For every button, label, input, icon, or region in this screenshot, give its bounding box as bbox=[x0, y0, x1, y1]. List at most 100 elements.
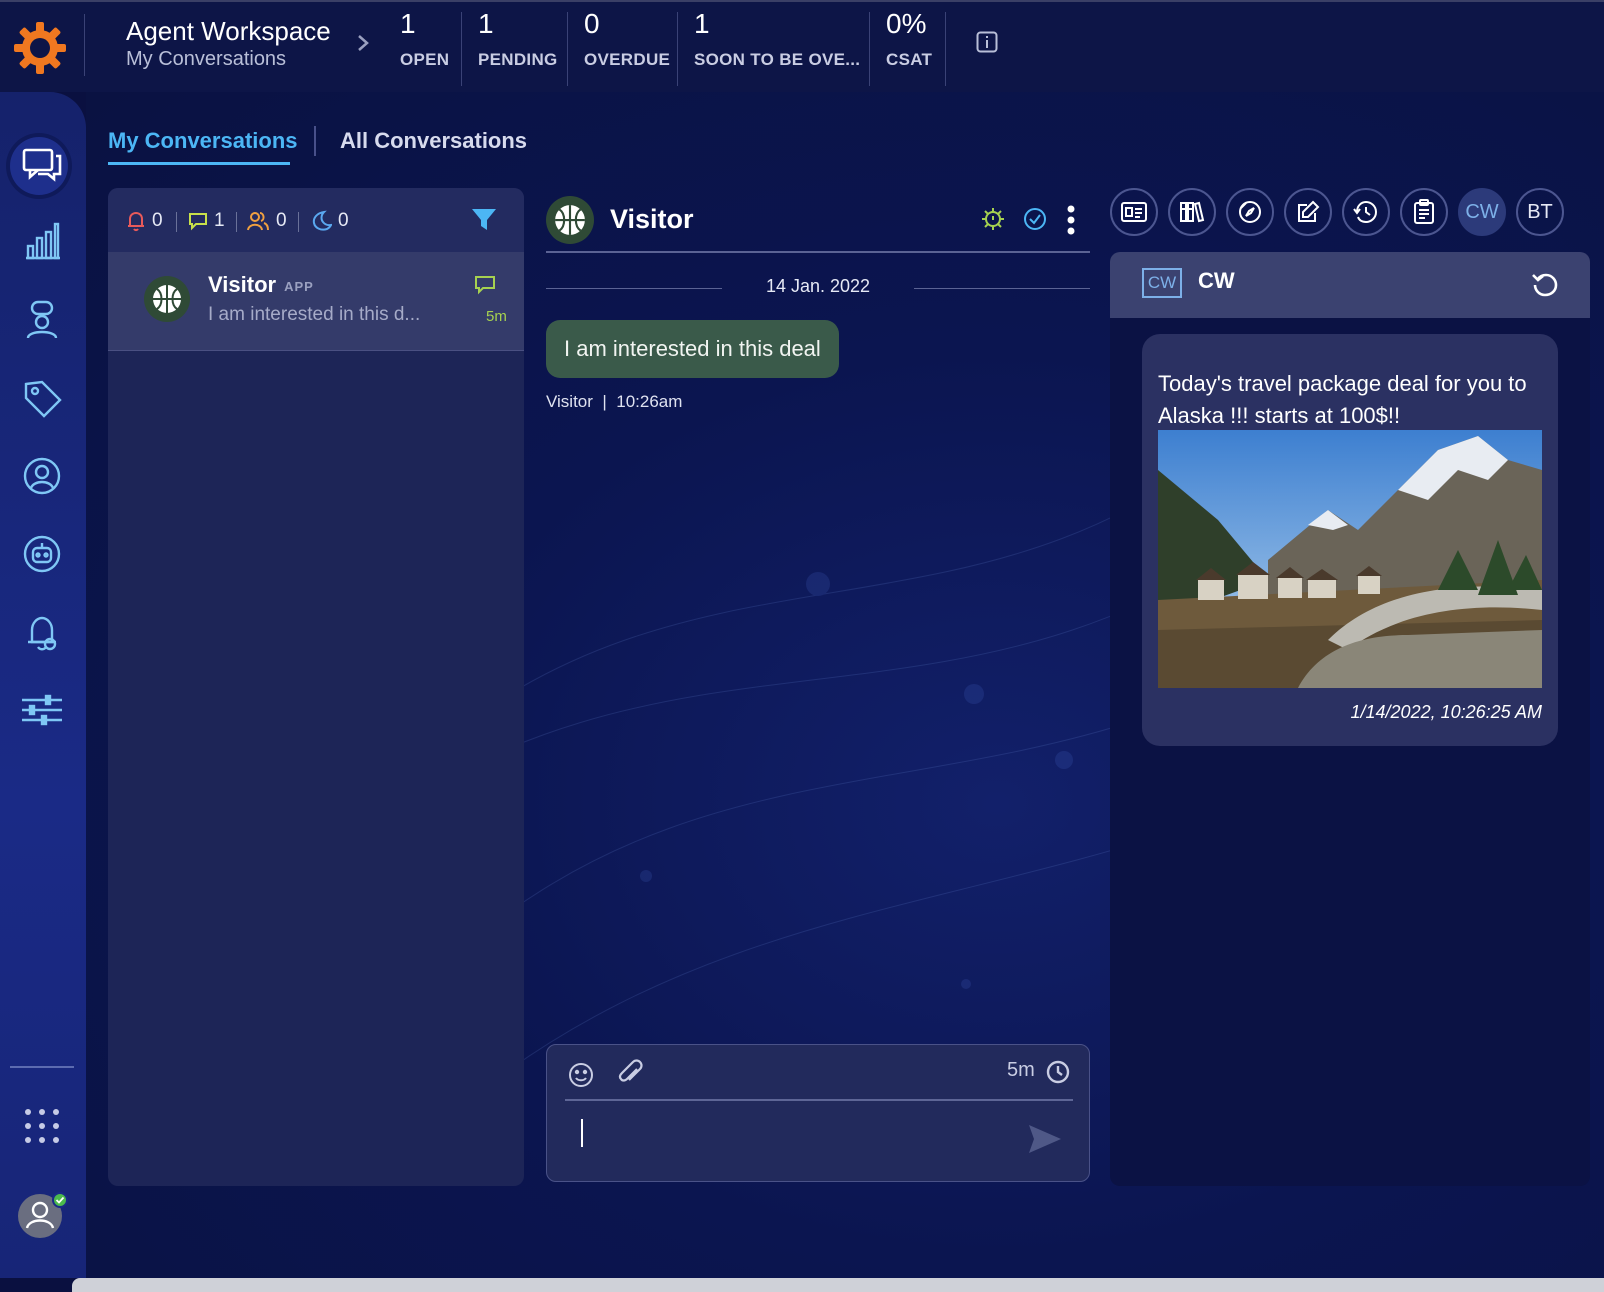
history-icon bbox=[1353, 199, 1379, 225]
divider bbox=[945, 12, 946, 86]
divider bbox=[869, 12, 870, 86]
chat-bubble-icon bbox=[188, 211, 208, 231]
filter-alerts[interactable]: 0 bbox=[126, 210, 163, 232]
agent-icon[interactable] bbox=[18, 296, 66, 344]
knowledge-base-button[interactable] bbox=[1168, 188, 1216, 236]
bell-icon bbox=[126, 210, 146, 232]
basketball-icon bbox=[144, 276, 190, 322]
clock-icon bbox=[1045, 1059, 1071, 1085]
contacts-icon[interactable] bbox=[18, 452, 66, 500]
nav-rail bbox=[0, 92, 86, 1278]
response-timer: 5m bbox=[1007, 1059, 1035, 1081]
visitor-name: Visitor APP bbox=[208, 272, 314, 297]
stat-overdue[interactable]: 0 OVERDUE bbox=[584, 8, 670, 78]
filter-snoozed[interactable]: 0 bbox=[310, 210, 349, 232]
message-bubble[interactable]: I am interested in this deal bbox=[546, 320, 839, 378]
cw-widget-button[interactable]: CW bbox=[1458, 188, 1506, 236]
id-card-icon bbox=[1121, 201, 1147, 223]
divider bbox=[314, 126, 316, 156]
basketball-icon bbox=[546, 196, 594, 244]
edit-icon bbox=[1295, 199, 1321, 225]
filter-count: 1 bbox=[214, 210, 225, 231]
message-input[interactable] bbox=[565, 1107, 1005, 1163]
chat-date-separator: 14 Jan. 2022 bbox=[765, 276, 871, 296]
divider bbox=[84, 14, 85, 76]
message-meta: Visitor | 10:26am bbox=[546, 392, 683, 411]
sliders-icon[interactable] bbox=[18, 686, 66, 734]
send-icon[interactable] bbox=[1027, 1123, 1063, 1155]
notes-button[interactable] bbox=[1284, 188, 1332, 236]
filter-messages[interactable]: 1 bbox=[188, 210, 225, 232]
tab-all-conversations[interactable]: All Conversations bbox=[340, 128, 527, 154]
deal-card-text: Today's travel package deal for you to A… bbox=[1158, 371, 1527, 428]
text-caret bbox=[581, 1119, 583, 1147]
analytics-icon[interactable] bbox=[18, 218, 66, 266]
divider bbox=[914, 288, 1090, 289]
stat-soon-overdue[interactable]: 1 SOON TO BE OVE... bbox=[694, 8, 860, 78]
chat-visitor-name: Visitor bbox=[610, 204, 694, 234]
message-preview: I am interested in this d... bbox=[208, 304, 421, 325]
tab-my-conversations[interactable]: My Conversations bbox=[108, 128, 298, 154]
bot-icon[interactable] bbox=[18, 530, 66, 578]
filter-count: 0 bbox=[338, 210, 349, 231]
refresh-icon[interactable] bbox=[1530, 270, 1560, 300]
app-subtitle[interactable]: My Conversations bbox=[126, 48, 286, 71]
conversation-list-panel: 0 1 0 0 Visitor APP I am interested in th… bbox=[108, 188, 524, 1186]
divider bbox=[546, 251, 1090, 253]
app-logo-icon[interactable] bbox=[12, 20, 68, 76]
widget-title: CW bbox=[1198, 268, 1235, 293]
filter-icon[interactable] bbox=[470, 206, 498, 234]
info-icon[interactable] bbox=[976, 31, 998, 53]
widget-badge: CW bbox=[1142, 268, 1182, 298]
widget-header bbox=[1110, 252, 1590, 318]
user-avatar[interactable] bbox=[18, 1192, 68, 1240]
message-composer: 5m bbox=[546, 1044, 1090, 1182]
bt-widget-button[interactable]: BT bbox=[1516, 188, 1564, 236]
apps-grid-icon[interactable] bbox=[18, 1102, 66, 1150]
divider bbox=[567, 12, 568, 86]
check-circle-icon[interactable] bbox=[1022, 206, 1048, 232]
profile-card-button[interactable] bbox=[1110, 188, 1158, 236]
emoji-icon[interactable] bbox=[567, 1061, 595, 1089]
stat-pending[interactable]: 1 PENDING bbox=[478, 8, 558, 78]
stat-csat[interactable]: 0% CSAT bbox=[886, 8, 932, 78]
conversations-icon[interactable] bbox=[18, 140, 66, 188]
compass-icon bbox=[1237, 199, 1263, 225]
divider bbox=[546, 288, 722, 289]
widget-panel: CW CW Today's travel package deal for yo… bbox=[1110, 252, 1590, 1186]
paperclip-icon[interactable] bbox=[617, 1059, 645, 1089]
divider bbox=[565, 1099, 1073, 1101]
deal-card-timestamp: 1/14/2022, 10:26:25 AM bbox=[1350, 702, 1542, 722]
stat-open[interactable]: 1 OPEN bbox=[400, 8, 449, 78]
more-vertical-icon[interactable] bbox=[1064, 204, 1078, 236]
users-icon bbox=[246, 210, 270, 232]
filter-count: 0 bbox=[152, 210, 163, 231]
chat-bubble-icon bbox=[474, 274, 496, 296]
library-icon bbox=[1179, 200, 1205, 224]
app-title: Agent Workspace bbox=[126, 16, 331, 46]
divider bbox=[10, 1066, 74, 1068]
divider bbox=[298, 212, 299, 232]
notification-settings-icon[interactable] bbox=[18, 608, 66, 656]
divider bbox=[176, 212, 177, 232]
conversation-list-item[interactable]: Visitor APP I am interested in this d... … bbox=[108, 252, 524, 351]
divider bbox=[236, 212, 237, 232]
history-button[interactable] bbox=[1342, 188, 1390, 236]
clipboard-button[interactable] bbox=[1400, 188, 1448, 236]
deal-card[interactable]: Today's travel package deal for you to A… bbox=[1142, 334, 1558, 746]
active-tab-indicator bbox=[108, 162, 290, 165]
conversation-time: 5m bbox=[486, 308, 507, 325]
divider bbox=[461, 12, 462, 86]
filter-count: 0 bbox=[276, 210, 287, 231]
clipboard-icon bbox=[1413, 199, 1435, 225]
divider bbox=[677, 12, 678, 86]
deal-card-image bbox=[1158, 430, 1542, 688]
filter-users[interactable]: 0 bbox=[246, 210, 287, 232]
status-gear-icon[interactable] bbox=[980, 206, 1006, 232]
chevron-right-icon[interactable] bbox=[352, 30, 374, 56]
os-taskbar bbox=[72, 1278, 1604, 1292]
tag-icon[interactable] bbox=[18, 374, 66, 422]
navigator-button[interactable] bbox=[1226, 188, 1274, 236]
moon-icon bbox=[310, 210, 332, 232]
channel-badge: APP bbox=[284, 278, 314, 294]
